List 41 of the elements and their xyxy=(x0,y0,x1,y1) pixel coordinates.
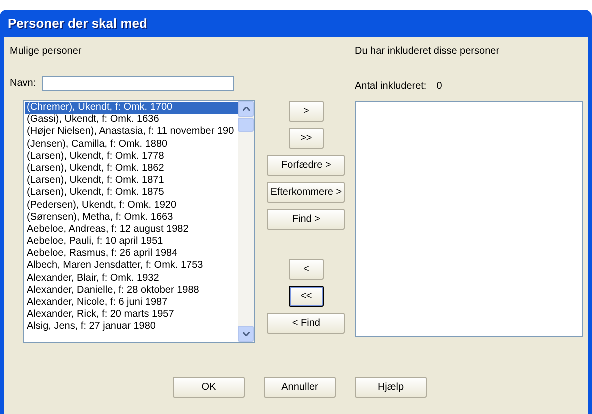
person-list[interactable] xyxy=(23,100,255,343)
add-button[interactable]: Find > xyxy=(267,209,346,230)
scroll-thumb[interactable] xyxy=(238,118,254,132)
person-item[interactable]: (Larsen), Ukendt, f: Omk. 1871 xyxy=(25,175,238,188)
person-item[interactable]: (Chremer), Ukendt, f: Omk. 1700 xyxy=(25,102,238,114)
dialog-button[interactable]: Annuller xyxy=(264,377,336,398)
remove-button[interactable]: < Find xyxy=(267,313,346,334)
scroll-down-button[interactable] xyxy=(238,326,254,342)
person-item[interactable]: Alexander, Blair, f: Omk. 1932 xyxy=(25,272,238,285)
person-item[interactable]: Alexander, Danielle, f: 28 oktober 1988 xyxy=(25,284,238,297)
person-item[interactable]: (Larsen), Ukendt, f: Omk. 1862 xyxy=(25,162,238,176)
section-heading: Du har inkluderet disse personer xyxy=(355,45,501,59)
remove-button[interactable]: < xyxy=(288,259,324,280)
person-item[interactable]: (Jensen), Camilla, f: Omk. 1880 xyxy=(25,138,238,151)
add-button[interactable]: Efterkommere > xyxy=(267,182,346,203)
remove-button[interactable]: << xyxy=(288,286,324,307)
section-heading: Mulige personer xyxy=(10,45,83,59)
dialog-button[interactable]: Hjælp xyxy=(355,377,427,398)
count-value: 0 xyxy=(436,80,442,94)
person-item[interactable]: (Højer Nielsen), Anastasia, f: 11 november 190 xyxy=(25,126,238,139)
person-item[interactable]: Aebeloe, Rasmus, f: 26 april 1984 xyxy=(25,248,238,260)
person-item[interactable]: (Sørensen), Metha, f: Omk. 1663 xyxy=(25,212,238,224)
person-item[interactable]: (Gassi), Ukendt, f: Omk. 1636 xyxy=(25,114,238,126)
person-item[interactable]: (Larsen), Ukendt, f: Omk. 1778 xyxy=(25,150,238,163)
add-button[interactable]: Forfædre > xyxy=(267,155,346,176)
person-item[interactable]: Alexander, Nicole, f: 6 juni 1987 xyxy=(25,297,238,310)
dialog-button[interactable]: OK xyxy=(173,377,245,398)
name-label: Navn: xyxy=(10,76,36,90)
person-item[interactable]: (Pedersen), Ukendt, f: Omk. 1920 xyxy=(25,200,238,212)
person-item[interactable]: Aebeloe, Pauli, f: 10 april 1951 xyxy=(25,236,238,248)
person-item[interactable]: Alsig, Jens, f: 27 januar 1980 xyxy=(25,321,238,334)
name-field[interactable] xyxy=(42,76,234,91)
person-item[interactable]: Albech, Maren Jensdatter, f: Omk. 1753 xyxy=(25,260,238,273)
scroll-up-button[interactable] xyxy=(238,101,254,117)
add-button[interactable]: >> xyxy=(288,128,324,149)
person-item[interactable]: Aebeloe, Andreas, f: 12 august 1982 xyxy=(25,224,238,236)
window-title: Personer der skal med xyxy=(8,16,148,31)
person-item[interactable]: Alexander, Rick, f: 20 marts 1957 xyxy=(25,309,238,322)
person-item[interactable]: (Larsen), Ukendt, f: Omk. 1875 xyxy=(25,187,238,200)
add-button[interactable]: > xyxy=(288,101,324,122)
count-label: Antal inkluderet: xyxy=(355,80,427,94)
